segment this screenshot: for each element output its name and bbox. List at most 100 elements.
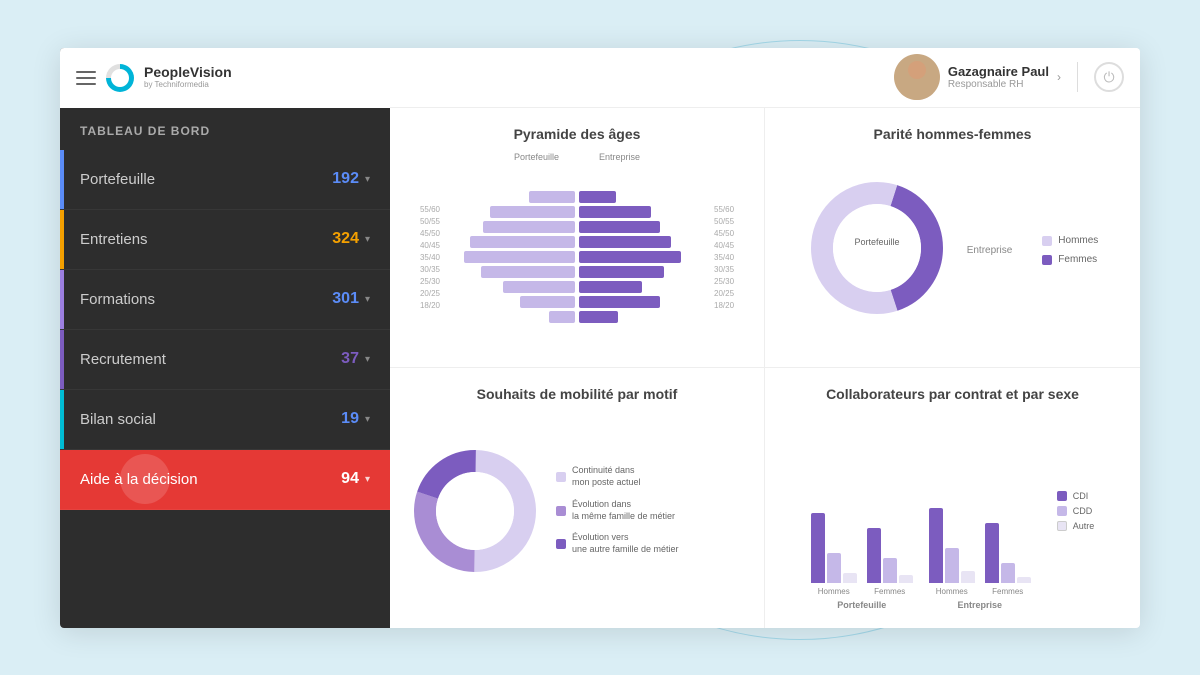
sidebar-value-recrutement: 37	[341, 350, 359, 368]
collab-bars	[867, 528, 913, 583]
legend-autre: Autre	[1057, 521, 1095, 531]
cdi-dot	[1057, 491, 1067, 501]
chevron-icon-bilan-social: ▾	[365, 414, 370, 425]
logo-text: PeopleVision by Techniformedia	[144, 65, 232, 89]
collab-legend: CDI CDD Autre	[1057, 491, 1095, 531]
main-content: Gazagnaire Paul Responsable RH › ⏻ Pyram…	[390, 48, 1140, 628]
collab-section-portefeuille: Hommes Femmes Portefeui	[811, 513, 913, 610]
pyramid-bar	[464, 251, 575, 263]
hommes-dot	[1042, 236, 1052, 246]
chart-pyramid-title: Pyramide des âges	[410, 126, 744, 142]
legend-evolution-meme: Évolution dansla même famille de métier	[556, 499, 679, 522]
pyramid-bar	[579, 281, 642, 293]
sidebar-label-formations: Formations	[80, 291, 332, 308]
pyramid-header-left: Portefeuille	[514, 152, 559, 162]
sidebar-item-aide-decision[interactable]: Aide à la décision 94 ▾	[60, 450, 390, 510]
sidebar: PeopleVision by Techniformedia TABLEAU D…	[60, 48, 390, 628]
cdi-bar	[867, 528, 881, 583]
pyramid-bar	[481, 266, 575, 278]
cdi-label: CDI	[1073, 491, 1089, 501]
sidebar-label-bilan-social: Bilan social	[80, 411, 341, 428]
autre-bar	[899, 575, 913, 583]
chart-parite-title: Parité hommes-femmes	[785, 126, 1120, 142]
pyramid-bar	[529, 191, 575, 203]
autre-bar	[1017, 577, 1031, 583]
donut-area: Portefeuille Entreprise Hommes Femmes	[785, 152, 1120, 349]
cdd-bar	[1001, 563, 1015, 583]
femmes-label: Femmes	[1058, 254, 1097, 265]
cdi-bar	[929, 508, 943, 583]
femmes-label-p: Femmes	[874, 587, 905, 596]
sidebar-label-recrutement: Recrutement	[80, 351, 341, 368]
pyramid-bar	[520, 296, 575, 308]
pyramid-bar	[549, 311, 575, 323]
hommes-label-p: Hommes	[818, 587, 850, 596]
collab-bars	[985, 523, 1031, 583]
sidebar-item-formations[interactable]: Formations 301 ▾	[60, 270, 390, 330]
evolution-meme-label: Évolution dansla même famille de métier	[572, 499, 675, 522]
sidebar-value-aide-decision: 94	[341, 470, 359, 488]
pyramid-bar	[579, 311, 618, 323]
sidebar-header: PeopleVision by Techniformedia	[60, 48, 390, 108]
sidebar-item-entretiens[interactable]: Entretiens 324 ▾	[60, 210, 390, 270]
legend-femmes: Femmes	[1042, 254, 1098, 265]
collab-group-femmes-p: Femmes	[867, 528, 913, 596]
autre-label: Autre	[1073, 521, 1095, 531]
autre-bar	[961, 571, 975, 583]
pyramid-labels-left: 55/6050/5545/5040/4535/4030/3525/3020/25…	[410, 205, 440, 310]
power-button[interactable]: ⏻	[1094, 62, 1124, 92]
cdd-dot	[1057, 506, 1067, 516]
sidebar-value-portefeuille: 192	[332, 170, 359, 188]
evolution-autre-label: Évolution versune autre famille de métie…	[572, 532, 679, 555]
sidebar-item-recrutement[interactable]: Recrutement 37 ▾	[60, 330, 390, 390]
collab-bars	[811, 513, 857, 583]
autre-dot	[1057, 521, 1067, 531]
sidebar-item-portefeuille[interactable]: Portefeuille 192 ▾	[60, 150, 390, 210]
user-info: Gazagnaire Paul Responsable RH	[948, 64, 1049, 90]
donut-chart: Portefeuille	[807, 178, 947, 323]
sidebar-label-portefeuille: Portefeuille	[80, 171, 332, 188]
pyramid-bar	[483, 221, 575, 233]
legend-cdi: CDI	[1057, 491, 1095, 501]
pyramid-bar	[579, 236, 671, 248]
entreprise-section-label: Entreprise	[957, 600, 1002, 610]
hommes-label-e: Hommes	[936, 587, 968, 596]
sidebar-value-bilan-social: 19	[341, 410, 359, 428]
sidebar-item-bilan-social[interactable]: Bilan social 19 ▾	[60, 390, 390, 450]
portefeuille-section-label: Portefeuille	[837, 600, 886, 610]
cdi-bar	[985, 523, 999, 583]
chevron-icon-portefeuille: ▾	[365, 174, 370, 185]
donut-right-label: Entreprise	[967, 245, 1013, 256]
user-name: Gazagnaire Paul	[948, 64, 1049, 79]
legend-evolution-autre: Évolution versune autre famille de métie…	[556, 532, 679, 555]
sidebar-value-formations: 301	[332, 290, 359, 308]
chevron-icon-entretiens: ▾	[365, 234, 370, 245]
mobilite-legend: Continuité dansmon poste actuel Évolutio…	[556, 465, 679, 555]
collab-group-hommes-e: Hommes	[929, 508, 975, 596]
chevron-icon-aide-decision: ▾	[365, 474, 370, 485]
collab-groups: Hommes Femmes	[811, 513, 913, 596]
chart-mobilite: Souhaits de mobilité par motif	[390, 368, 765, 628]
collab-chart-area: Hommes Femmes Portefeui	[785, 412, 1120, 610]
sidebar-value-entretiens: 324	[332, 230, 359, 248]
continuite-label: Continuité dansmon poste actuel	[572, 465, 641, 488]
user-chevron-icon[interactable]: ›	[1057, 70, 1061, 84]
pyramid-header-right: Entreprise	[599, 152, 640, 162]
femmes-dot	[1042, 255, 1052, 265]
continuite-dot	[556, 472, 566, 482]
sidebar-label-entretiens: Entretiens	[80, 231, 332, 248]
hamburger-menu[interactable]	[76, 71, 96, 85]
donut-legend: Hommes Femmes	[1042, 235, 1098, 265]
ripple-effect	[120, 454, 170, 504]
main-container: PeopleVision by Techniformedia TABLEAU D…	[60, 48, 1140, 628]
evolution-meme-dot	[556, 506, 566, 516]
chevron-icon-recrutement: ▾	[365, 354, 370, 365]
cdd-bar	[945, 548, 959, 583]
hommes-label: Hommes	[1058, 235, 1098, 246]
autre-bar	[843, 573, 857, 583]
logo-subtitle: by Techniformedia	[144, 81, 232, 90]
cdd-bar	[827, 553, 841, 583]
pyramid-bars-container: 55/6050/5545/5040/4535/4030/3525/3020/25…	[410, 166, 744, 349]
legend-cdd: CDD	[1057, 506, 1095, 516]
mobilite-area: Continuité dansmon poste actuel Évolutio…	[410, 412, 744, 610]
